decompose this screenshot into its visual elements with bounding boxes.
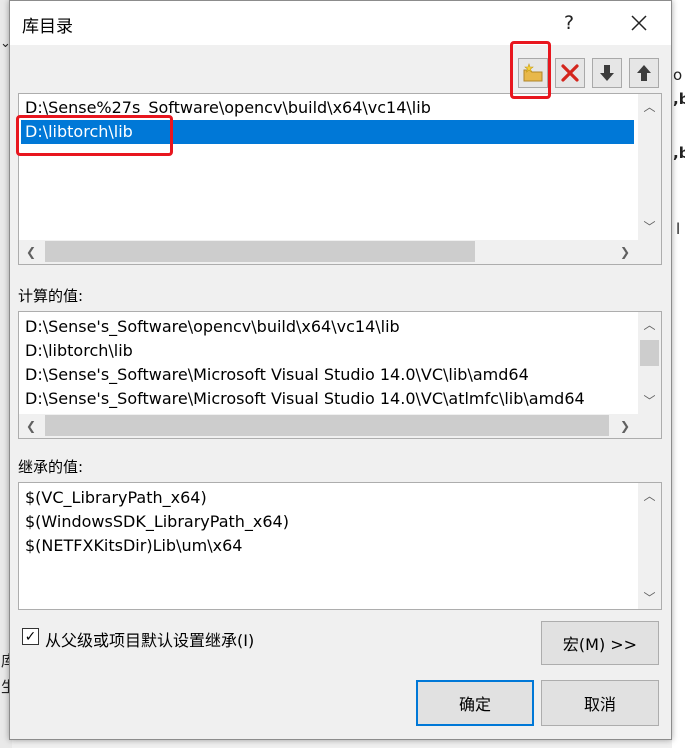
move-up-button[interactable] [629, 58, 659, 88]
delete-x-icon [561, 64, 579, 82]
horizontal-scrollbar[interactable]: ❮ ❯ [19, 240, 661, 264]
annotation-highlight-new-button [510, 41, 551, 99]
background-window-right [672, 0, 685, 748]
scroll-up-arrow-icon[interactable]: ︿ [638, 96, 661, 116]
inherit-checkbox[interactable]: ✓ [22, 628, 39, 645]
list-item: $(NETFXKitsDir)Lib\um\x64 [25, 536, 243, 555]
list-item: D:\Sense's_Software\Microsoft Visual Stu… [25, 389, 585, 408]
background-text-fragment: ,b [673, 144, 685, 162]
scroll-left-arrow-icon[interactable]: ❮ [21, 414, 41, 438]
horizontal-scrollbar[interactable]: ❮ ❯ [19, 414, 661, 438]
background-text-fragment: o [673, 66, 683, 84]
inherit-checkbox-label[interactable]: 从父级或项目默认设置继承(I) [45, 627, 254, 651]
library-directories-dialog: 库目录 ? D:\Sense%27s_Software\opencv\build… [9, 0, 672, 740]
list-item: D:\Sense's_Software\Microsoft Visual Stu… [25, 365, 529, 384]
scroll-up-arrow-icon[interactable]: ︿ [638, 314, 661, 334]
help-button[interactable]: ? [546, 1, 592, 45]
list-item: D:\Sense's_Software\opencv\build\x64\vc1… [25, 317, 400, 336]
inherited-values-label: 继承的值: [18, 458, 84, 476]
vertical-scrollbar[interactable]: ︿ ﹀ [638, 94, 661, 240]
inherited-values-list: $(VC_LibraryPath_x64) $(WindowsSDK_Libra… [18, 482, 662, 610]
scrollbar-thumb[interactable] [640, 340, 659, 366]
background-text-fragment: l [676, 220, 681, 238]
vertical-scrollbar[interactable]: ︿ ﹀ [638, 483, 661, 609]
scroll-up-arrow-icon[interactable]: ︿ [638, 485, 661, 505]
delete-line-button[interactable] [555, 58, 585, 88]
scroll-left-arrow-icon[interactable]: ❮ [21, 240, 41, 264]
vertical-scrollbar[interactable]: ︿ ﹀ [638, 312, 661, 414]
scroll-down-arrow-icon[interactable]: ﹀ [638, 216, 661, 236]
computed-values-list: D:\Sense's_Software\opencv\build\x64\vc1… [18, 311, 662, 439]
close-icon [631, 15, 647, 31]
scroll-right-arrow-icon[interactable]: ❯ [615, 414, 635, 438]
macro-button[interactable]: 宏(M) >> [541, 621, 659, 665]
list-item: $(WindowsSDK_LibraryPath_x64) [25, 512, 289, 531]
background-text-fragment: ,b [673, 90, 685, 108]
title-bar: 库目录 ? [10, 1, 671, 45]
scroll-down-arrow-icon[interactable]: ﹀ [638, 587, 661, 607]
cancel-button[interactable]: 取消 [541, 680, 659, 726]
scrollbar-thumb[interactable] [45, 241, 475, 262]
scrollbar-thumb[interactable] [45, 415, 609, 436]
arrow-up-icon [637, 65, 651, 81]
scroll-down-arrow-icon[interactable]: ﹀ [638, 390, 661, 410]
checkmark-icon: ✓ [24, 628, 37, 645]
computed-values-label: 计算的值: [18, 287, 84, 305]
list-item: $(VC_LibraryPath_x64) [25, 488, 207, 507]
scroll-right-arrow-icon[interactable]: ❯ [615, 240, 635, 264]
move-down-button[interactable] [592, 58, 622, 88]
ok-button[interactable]: 确定 [416, 680, 534, 726]
close-button[interactable] [616, 1, 662, 45]
arrow-down-icon [600, 65, 614, 81]
annotation-highlight-selected-path [16, 115, 173, 156]
list-item: D:\libtorch\lib [25, 341, 133, 360]
dialog-title: 库目录 [22, 17, 73, 37]
